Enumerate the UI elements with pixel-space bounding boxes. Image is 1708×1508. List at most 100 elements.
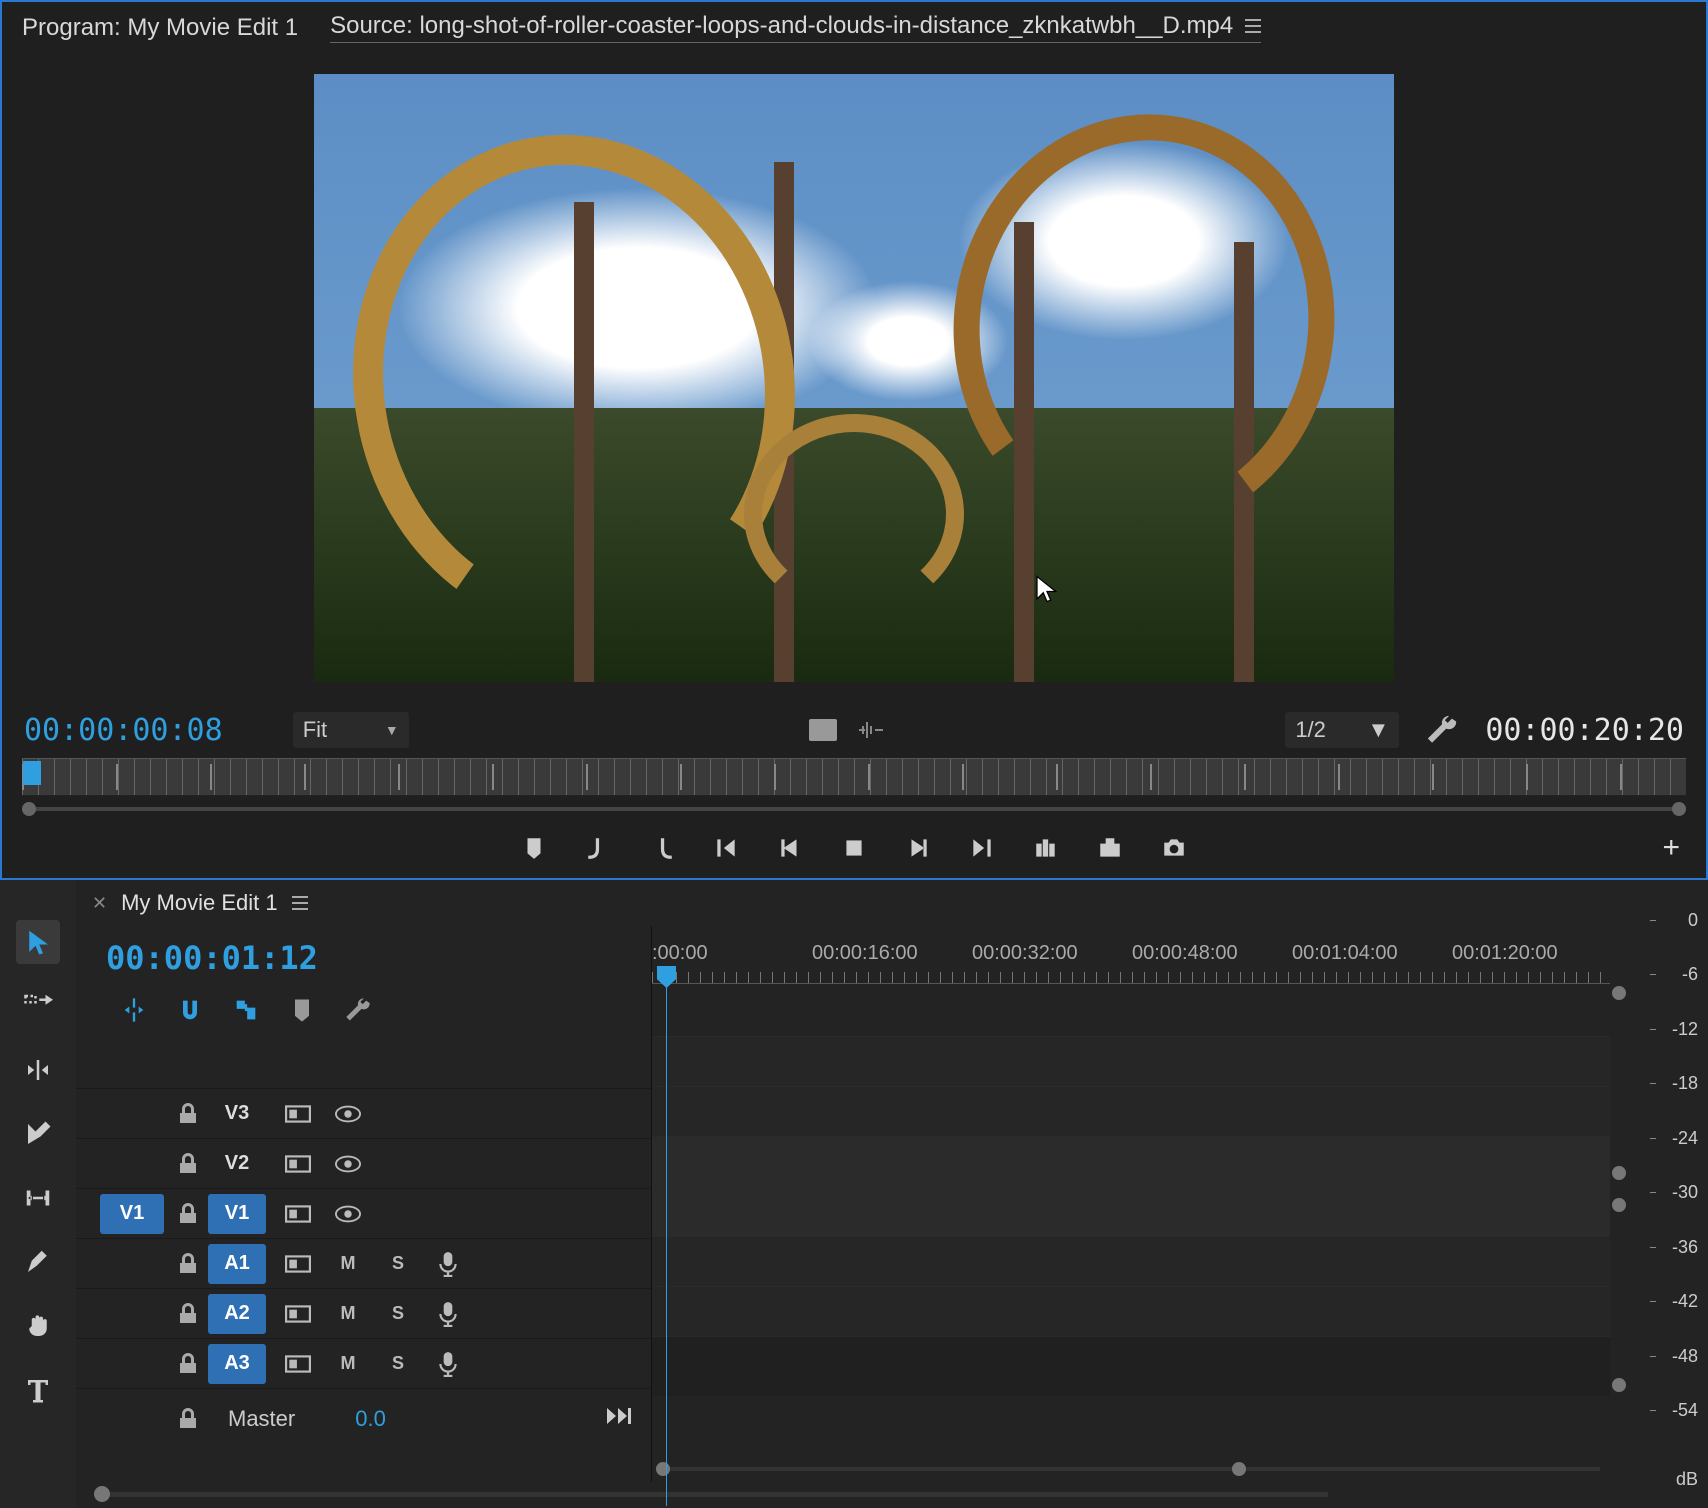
tracks-canvas[interactable] — [652, 1036, 1610, 1456]
add-marker-button[interactable] — [516, 830, 552, 866]
add-marker-toggle[interactable] — [288, 996, 316, 1029]
voiceover-icon[interactable] — [434, 1251, 462, 1277]
track-target-v1[interactable]: V1 — [208, 1194, 266, 1234]
vertical-scroll[interactable] — [1610, 980, 1628, 1456]
settings-wrench-icon[interactable] — [1425, 713, 1459, 747]
sequence-name-label[interactable]: My Movie Edit 1 — [121, 890, 278, 916]
playback-resolution-dropdown[interactable]: 1/2 ▼ — [1285, 712, 1399, 748]
sync-lock-icon[interactable] — [284, 1351, 312, 1377]
track-target-a3[interactable]: A3 — [208, 1344, 266, 1384]
sync-lock-icon[interactable] — [284, 1251, 312, 1277]
track-target-v2[interactable]: V2 — [208, 1144, 266, 1184]
source-patch-a1[interactable] — [100, 1244, 164, 1284]
track-target-v3[interactable]: V3 — [208, 1094, 266, 1134]
go-to-in-button[interactable] — [708, 830, 744, 866]
sync-lock-icon[interactable] — [284, 1101, 312, 1127]
lock-toggle-v2[interactable] — [168, 1153, 208, 1175]
solo-toggle[interactable]: S — [384, 1301, 412, 1327]
lock-toggle-v1[interactable] — [168, 1203, 208, 1225]
panel-menu-icon[interactable] — [1245, 19, 1261, 33]
mute-toggle[interactable]: M — [334, 1251, 362, 1277]
transport-controls: + — [2, 818, 1706, 878]
solo-toggle[interactable]: S — [384, 1351, 412, 1377]
zoom-fit-dropdown[interactable]: Fit ▼ — [293, 712, 409, 748]
program-zoom-scroll[interactable] — [22, 802, 1686, 816]
current-timecode[interactable]: 00:00:00:08 — [24, 713, 223, 748]
lock-toggle-a1[interactable] — [168, 1253, 208, 1275]
mute-toggle[interactable]: M — [334, 1301, 362, 1327]
linked-selection-toggle[interactable] — [232, 996, 260, 1029]
step-forward-button[interactable] — [900, 830, 936, 866]
track-header-area: 00:00:01:12 V3 — [76, 926, 652, 1482]
sync-lock-icon[interactable] — [284, 1151, 312, 1177]
insert-button[interactable] — [1028, 830, 1064, 866]
voiceover-icon[interactable] — [434, 1351, 462, 1377]
export-frame-button[interactable] — [1156, 830, 1192, 866]
track-header-zoom[interactable] — [76, 1482, 1628, 1508]
selection-tool[interactable] — [16, 920, 60, 964]
snap-toggle[interactable] — [176, 996, 204, 1029]
timeline-panel-menu-icon[interactable] — [292, 896, 308, 910]
track-target-a1[interactable]: A1 — [208, 1244, 266, 1284]
insert-sequence-toggle[interactable] — [120, 996, 148, 1029]
ruler-tick-label: 00:01:04:00 — [1292, 942, 1398, 965]
timeline-display-options — [76, 990, 651, 1034]
close-sequence-button[interactable]: ✕ — [92, 893, 107, 914]
lock-toggle-v3[interactable] — [168, 1103, 208, 1125]
ruler-tick-label: :00:00 — [652, 942, 708, 965]
audio-meter-panel: dB 0-6-12-18-24-30-36-42-48-54 — [1628, 880, 1708, 1508]
mute-toggle[interactable]: M — [334, 1351, 362, 1377]
overwrite-button[interactable] — [1092, 830, 1128, 866]
source-title-label: Source: long-shot-of-roller-coaster-loop… — [330, 12, 1233, 40]
razor-tool[interactable] — [16, 1112, 60, 1156]
lock-toggle-a3[interactable] — [168, 1353, 208, 1375]
voiceover-icon[interactable] — [434, 1301, 462, 1327]
sync-lock-icon[interactable] — [284, 1301, 312, 1327]
lock-toggle-a2[interactable] — [168, 1303, 208, 1325]
track-select-tool[interactable] — [16, 984, 60, 1028]
ripple-edit-tool[interactable] — [16, 1048, 60, 1092]
mark-out-button[interactable] — [644, 830, 680, 866]
step-back-button[interactable] — [772, 830, 808, 866]
hand-tool[interactable] — [16, 1304, 60, 1348]
cursor-icon — [1034, 574, 1060, 604]
source-patch-v2[interactable] — [100, 1144, 164, 1184]
source-patch-v1[interactable]: V1 — [100, 1194, 164, 1234]
go-to-out-button[interactable] — [964, 830, 1000, 866]
lock-toggle-master[interactable] — [168, 1408, 208, 1430]
toggle-track-output-icon[interactable] — [334, 1101, 362, 1127]
horizontal-zoom-scroll[interactable] — [652, 1460, 1610, 1478]
zoom-fit-label: Fit — [303, 717, 327, 743]
track-header-a1: A1 M S — [76, 1238, 651, 1288]
toggle-track-output-icon[interactable] — [334, 1151, 362, 1177]
solo-toggle[interactable]: S — [384, 1251, 412, 1277]
program-time-ruler[interactable] — [22, 758, 1686, 796]
toggle-track-output-icon[interactable] — [334, 1201, 362, 1227]
button-editor-plus-icon[interactable]: + — [1662, 831, 1680, 865]
timeline-display-settings-icon[interactable] — [344, 996, 372, 1029]
drag-audio-only-icon[interactable] — [857, 720, 885, 740]
master-value[interactable]: 0.0 — [355, 1406, 386, 1432]
slip-tool[interactable] — [16, 1176, 60, 1220]
type-tool[interactable] — [16, 1368, 60, 1412]
sync-lock-icon[interactable] — [284, 1201, 312, 1227]
source-patch-v3[interactable] — [100, 1094, 164, 1134]
program-playhead[interactable] — [23, 761, 41, 785]
db-unit-label: dB — [1676, 1469, 1698, 1490]
timeline-playhead-timecode[interactable]: 00:00:01:12 — [106, 939, 318, 977]
source-patch-a2[interactable] — [100, 1294, 164, 1334]
drag-video-only-icon[interactable] — [809, 719, 837, 741]
mark-in-button[interactable] — [580, 830, 616, 866]
source-title-tab[interactable]: Source: long-shot-of-roller-coaster-loop… — [330, 12, 1261, 43]
db-scale-label: 0 — [1688, 910, 1698, 931]
timeline-playhead[interactable] — [666, 968, 667, 1506]
pen-tool[interactable] — [16, 1240, 60, 1284]
ruler-tick-label: 00:01:20:00 — [1452, 942, 1558, 965]
timeline-ruler[interactable]: :00:0000:00:16:0000:00:32:0000:00:48:000… — [652, 942, 1628, 986]
master-skip-icon[interactable] — [605, 1406, 631, 1431]
source-patch-a3[interactable] — [100, 1344, 164, 1384]
video-preview[interactable] — [314, 74, 1394, 682]
play-stop-toggle-button[interactable] — [836, 830, 872, 866]
track-header-a2: A2 M S — [76, 1288, 651, 1338]
track-target-a2[interactable]: A2 — [208, 1294, 266, 1334]
